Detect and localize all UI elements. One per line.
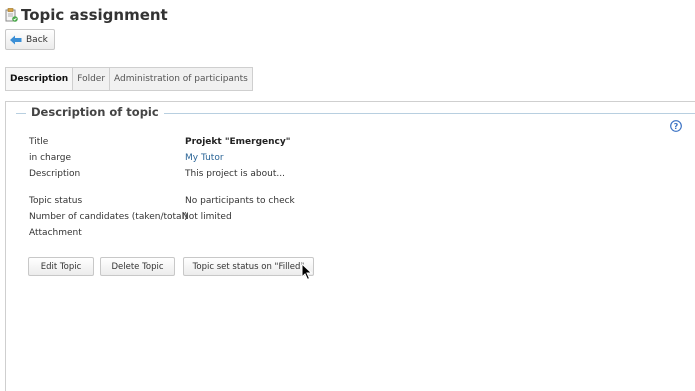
set-status-filled-button[interactable]: Topic set status on "Filled" [183, 257, 314, 276]
page-title: Topic assignment [5, 6, 168, 24]
topic-status-label: Topic status [29, 196, 83, 206]
back-button-label: Back [26, 34, 48, 45]
description-label: Description [29, 169, 81, 179]
in-charge-label: in charge [29, 153, 72, 163]
section-legend: Description of topic [26, 105, 164, 119]
attachment-label: Attachment [29, 228, 82, 238]
delete-topic-button[interactable]: Delete Topic [100, 257, 175, 276]
topic-status-value: No participants to check [185, 196, 295, 206]
help-icon[interactable]: ? [670, 120, 682, 132]
title-label: Title [29, 137, 49, 147]
tab-folder[interactable]: Folder [73, 67, 111, 91]
svg-text:?: ? [674, 122, 679, 131]
back-arrow-icon [10, 35, 22, 44]
tab-administration-of-participants[interactable]: Administration of participants [110, 67, 253, 91]
topic-assignment-icon [5, 8, 18, 22]
candidates-label: Number of candidates (taken/total) [29, 212, 188, 222]
in-charge-link[interactable]: My Tutor [185, 153, 224, 163]
mouse-pointer-icon [301, 263, 313, 281]
edit-topic-button[interactable]: Edit Topic [28, 257, 94, 276]
back-button[interactable]: Back [5, 29, 55, 50]
page-title-text: Topic assignment [21, 6, 168, 24]
title-value: Projekt "Emergency" [185, 137, 291, 147]
description-value: This project is about... [185, 169, 285, 179]
tab-bar: Description Folder Administration of par… [5, 67, 253, 91]
candidates-value: Not limited [182, 212, 232, 222]
tab-description[interactable]: Description [5, 67, 74, 91]
description-panel: Description of topic ? Title Projekt "Em… [5, 101, 695, 391]
